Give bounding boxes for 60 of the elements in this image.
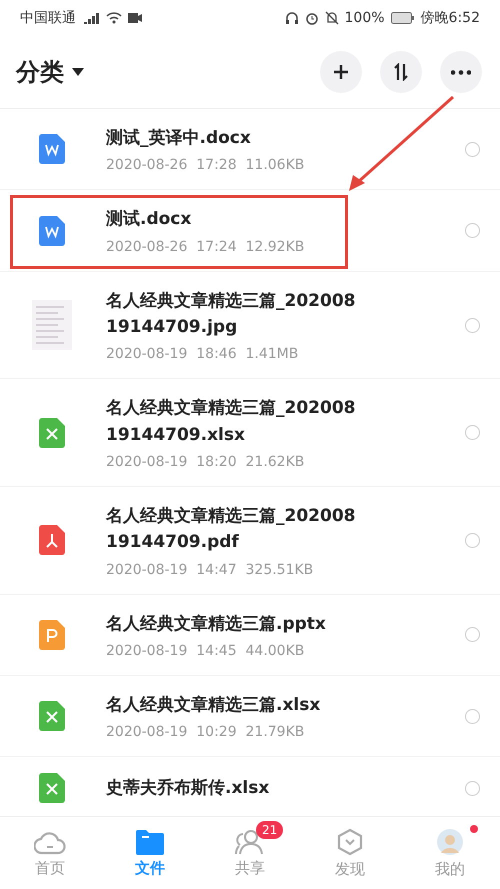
file-meta: 2020-08-19 18:46 1.41MB [106, 346, 300, 362]
sort-arrows-icon [393, 63, 409, 81]
file-meta: 2020-08-19 14:45 44.00KB [106, 643, 306, 660]
battery-percent: 100% [344, 10, 385, 26]
select-radio[interactable] [465, 627, 480, 642]
file-name: 测试.docx [106, 208, 192, 232]
file-name: 史蒂夫乔布斯传.xlsx [106, 777, 270, 800]
select-radio[interactable] [465, 708, 480, 724]
sort-button[interactable] [380, 51, 422, 93]
select-radio[interactable] [465, 223, 480, 238]
file-name: 名人经典文章精选三篇.pptx [106, 612, 327, 636]
word-file-icon [39, 216, 65, 246]
file-meta: 2020-08-19 14:47 325.51KB [106, 562, 314, 578]
file-name: 名人经典文章精选三篇_20200819144709.pdf [106, 505, 356, 554]
more-button[interactable] [440, 51, 482, 93]
count-badge: 21 [256, 821, 284, 839]
select-radio[interactable] [465, 425, 480, 440]
battery-icon [390, 12, 415, 24]
video-camera-icon [128, 13, 142, 23]
file-row[interactable]: 名人经典文章精选三篇.pptx 2020-08-19 14:45 44.00KB [0, 594, 500, 676]
signal-icon [82, 12, 100, 24]
file-row[interactable]: 名人经典文章精选三篇_20200819144709.jpg 2020-08-19 18:46 1.41MB [0, 272, 500, 380]
category-title: 分类 [16, 57, 64, 88]
headphones-icon [284, 11, 299, 25]
select-radio[interactable] [465, 532, 480, 548]
select-radio[interactable] [465, 780, 480, 796]
hexagon-icon [336, 828, 364, 856]
excel-file-icon [39, 418, 65, 448]
excel-file-icon [39, 773, 65, 804]
alarm-clock-icon [304, 11, 319, 25]
wifi-icon [106, 12, 122, 24]
file-name: 测试_英译中.docx [106, 127, 252, 150]
folder-icon [136, 828, 164, 854]
file-row[interactable]: 测试.docx 2020-08-26 17:24 12.92KB [0, 190, 500, 272]
excel-file-icon [39, 701, 65, 732]
avatar-icon [436, 828, 464, 856]
file-row[interactable]: 名人经典文章精选三篇.xlsx 2020-08-19 10:29 21.79KB [0, 676, 500, 758]
file-name: 名人经典文章精选三篇_20200819144709.xlsx [106, 397, 356, 447]
nav-tab[interactable]: 共享 21 [200, 817, 300, 889]
file-meta: 2020-08-26 17:24 12.92KB [106, 238, 306, 255]
ppt-file-icon [39, 620, 65, 650]
select-radio[interactable] [465, 142, 480, 157]
file-meta: 2020-08-19 10:29 21.79KB [106, 724, 306, 740]
bell-muted-icon [324, 11, 339, 25]
word-file-icon [39, 134, 65, 164]
pdf-file-icon [39, 525, 65, 556]
more-icon [451, 70, 471, 74]
add-button[interactable] [320, 51, 362, 93]
file-row[interactable]: 名人经典文章精选三篇_20200819144709.pdf 2020-08-19 14:47 325.51KB [0, 487, 500, 595]
plus-icon [333, 64, 349, 80]
select-radio[interactable] [465, 318, 480, 333]
clock-time: 傍晚6:52 [420, 9, 480, 27]
file-meta: 2020-08-26 17:28 11.06KB [106, 157, 306, 174]
file-row[interactable]: 名人经典文章精选三篇_20200819144709.xlsx 2020-08-19 18:20 21.62KB [0, 379, 500, 488]
file-name: 名人经典文章精选三篇_20200819144709.jpg [106, 290, 356, 340]
file-name: 名人经典文章精选三篇.xlsx [106, 694, 322, 718]
dropdown-caret-icon[interactable] [72, 68, 84, 76]
file-meta: 2020-08-19 18:20 21.62KB [106, 454, 306, 470]
carrier-name: 中国联通 [20, 9, 76, 27]
file-row[interactable]: 测试_英译中.docx 2020-08-26 17:28 11.06KB [0, 109, 500, 190]
